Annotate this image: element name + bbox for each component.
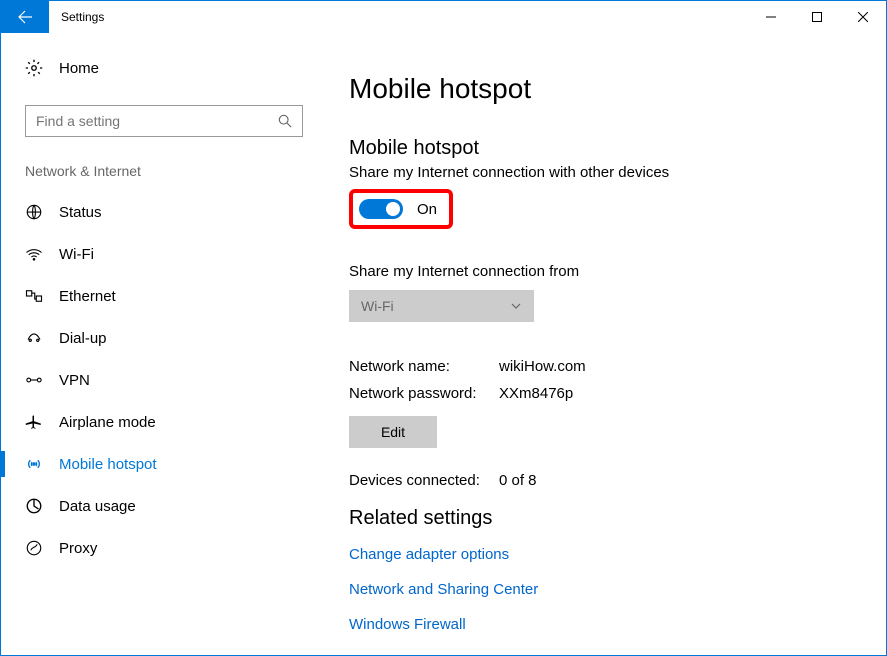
close-button[interactable] [840, 1, 886, 33]
close-icon [858, 12, 868, 22]
ethernet-icon [25, 287, 43, 305]
sidebar: Home Network & Internet Status Wi-Fi Eth… [1, 33, 311, 655]
window-title: Settings [49, 1, 104, 33]
sidebar-item-ethernet[interactable]: Ethernet [25, 275, 311, 317]
minimize-button[interactable] [748, 1, 794, 33]
devices-connected-value: 0 of 8 [499, 472, 537, 489]
network-password-value: XXm8476p [499, 385, 573, 402]
network-name-value: wikiHow.com [499, 358, 586, 375]
chevron-down-icon [510, 300, 522, 312]
home-button[interactable]: Home [25, 53, 311, 83]
section-title: Mobile hotspot [349, 137, 886, 160]
sidebar-item-label: Proxy [59, 540, 97, 557]
sidebar-item-vpn[interactable]: VPN [25, 359, 311, 401]
sidebar-item-airplane[interactable]: Airplane mode [25, 401, 311, 443]
titlebar: Settings [1, 1, 886, 33]
airplane-icon [25, 413, 43, 431]
link-adapter-options[interactable]: Change adapter options [349, 546, 886, 563]
sidebar-item-proxy[interactable]: Proxy [25, 527, 311, 569]
network-name-label: Network name: [349, 358, 499, 375]
search-input[interactable] [36, 113, 278, 129]
devices-connected-label: Devices connected: [349, 472, 499, 489]
sidebar-item-label: Mobile hotspot [59, 456, 157, 473]
sidebar-item-dialup[interactable]: Dial-up [25, 317, 311, 359]
wifi-icon [25, 245, 43, 263]
window-controls [748, 1, 886, 33]
category-header: Network & Internet [25, 163, 311, 179]
hotspot-toggle[interactable] [359, 199, 403, 219]
maximize-button[interactable] [794, 1, 840, 33]
back-button[interactable] [1, 1, 49, 33]
network-password-row: Network password: XXm8476p [349, 385, 886, 402]
search-icon [278, 114, 292, 128]
sidebar-item-label: Airplane mode [59, 414, 156, 431]
home-label: Home [59, 60, 99, 77]
sidebar-item-label: Ethernet [59, 288, 116, 305]
content-panel: Mobile hotspot Mobile hotspot Share my I… [311, 33, 886, 655]
edit-button[interactable]: Edit [349, 416, 437, 448]
proxy-icon [25, 539, 43, 557]
sidebar-item-label: Dial-up [59, 330, 107, 347]
gear-icon [25, 59, 43, 77]
globe-icon [25, 203, 43, 221]
maximize-icon [812, 12, 822, 22]
sidebar-item-hotspot[interactable]: Mobile hotspot [25, 443, 311, 485]
share-from-dropdown[interactable]: Wi-Fi [349, 290, 534, 322]
data-usage-icon [25, 497, 43, 515]
hotspot-icon [25, 455, 43, 473]
toggle-state-label: On [417, 201, 437, 218]
share-from-label: Share my Internet connection from [349, 263, 886, 280]
sidebar-item-status[interactable]: Status [25, 191, 311, 233]
toggle-highlight-box: On [349, 189, 453, 229]
toggle-knob [386, 202, 400, 216]
dropdown-value: Wi-Fi [361, 298, 394, 314]
search-box[interactable] [25, 105, 303, 137]
sidebar-item-datausage[interactable]: Data usage [25, 485, 311, 527]
sidebar-item-label: Wi-Fi [59, 246, 94, 263]
sidebar-item-label: VPN [59, 372, 90, 389]
link-firewall[interactable]: Windows Firewall [349, 616, 886, 633]
sidebar-item-label: Data usage [59, 498, 136, 515]
devices-connected-row: Devices connected: 0 of 8 [349, 472, 886, 489]
network-name-row: Network name: wikiHow.com [349, 358, 886, 375]
vpn-icon [25, 371, 43, 389]
back-arrow-icon [17, 9, 33, 25]
section-subtitle: Share my Internet connection with other … [349, 164, 886, 181]
link-network-sharing[interactable]: Network and Sharing Center [349, 581, 886, 598]
sidebar-item-label: Status [59, 204, 102, 221]
minimize-icon [766, 12, 776, 22]
network-password-label: Network password: [349, 385, 499, 402]
page-title: Mobile hotspot [349, 73, 886, 105]
related-settings-title: Related settings [349, 507, 886, 530]
dialup-icon [25, 329, 43, 347]
sidebar-item-wifi[interactable]: Wi-Fi [25, 233, 311, 275]
